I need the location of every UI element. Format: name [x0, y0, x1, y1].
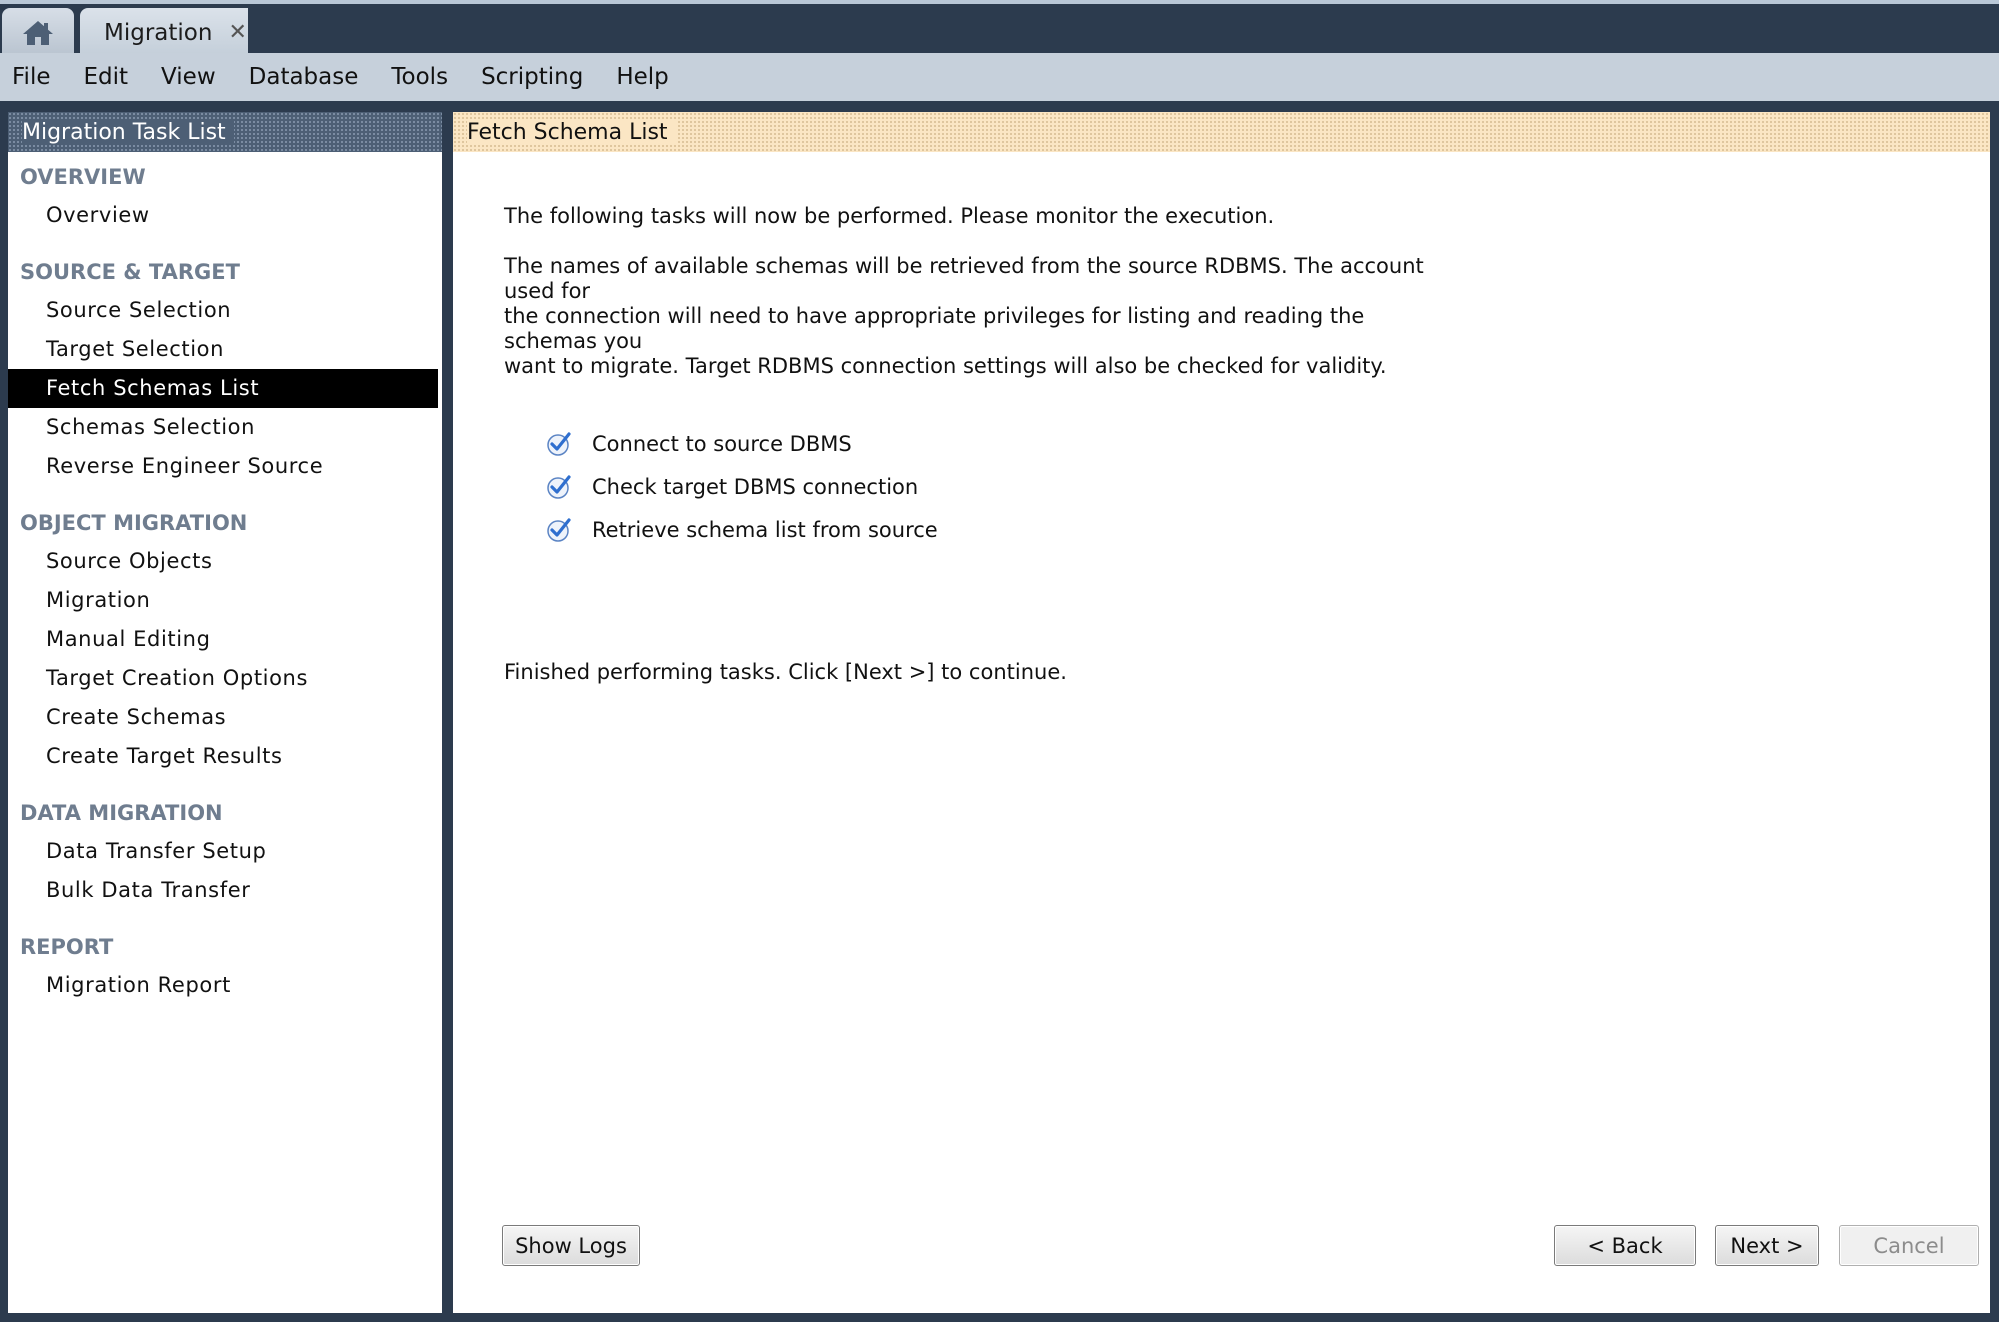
tab-migration[interactable]: Migration ✕ — [80, 8, 248, 57]
cancel-button[interactable]: Cancel — [1839, 1225, 1979, 1266]
description-line: want to migrate. Target RDBMS connection… — [504, 354, 1387, 378]
task-step: Connect to source DBMS — [546, 422, 938, 465]
task-step: Check target DBMS connection — [546, 465, 938, 508]
fetch-schema-list-panel: Fetch Schema List The following tasks wi… — [453, 112, 1990, 1313]
task-list: OVERVIEW Overview SOURCE & TARGET Source… — [8, 152, 442, 1005]
task-bulk-data-transfer[interactable]: Bulk Data Transfer — [8, 871, 442, 910]
menu-help[interactable]: Help — [616, 64, 668, 90]
back-button[interactable]: < Back — [1554, 1225, 1696, 1266]
section-report: REPORT — [20, 935, 114, 959]
page-title: Fetch Schema List — [467, 119, 676, 145]
task-overview[interactable]: Overview — [8, 196, 442, 235]
check-circle-icon — [547, 517, 571, 542]
task-step: Retrieve schema list from source — [546, 508, 938, 551]
menu-database[interactable]: Database — [249, 64, 359, 90]
task-target-creation-options[interactable]: Target Creation Options — [8, 659, 442, 698]
task-step-label: Retrieve schema list from source — [592, 517, 938, 542]
home-icon — [23, 20, 53, 45]
section-overview: OVERVIEW — [20, 165, 146, 189]
next-button[interactable]: Next > — [1715, 1225, 1819, 1266]
tab-label: Migration — [104, 19, 213, 46]
task-list-header: Migration Task List — [8, 112, 442, 152]
intro-text: The following tasks will now be performe… — [504, 204, 1275, 228]
task-create-schemas[interactable]: Create Schemas — [8, 698, 442, 737]
page-header: Fetch Schema List — [453, 112, 1990, 152]
task-source-selection[interactable]: Source Selection — [8, 291, 442, 330]
check-circle-icon — [547, 474, 571, 499]
close-icon[interactable]: ✕ — [228, 20, 246, 45]
show-logs-button[interactable]: Show Logs — [502, 1225, 640, 1266]
task-data-transfer-setup[interactable]: Data Transfer Setup — [8, 832, 442, 871]
tab-strip: Migration ✕ — [0, 0, 1999, 57]
task-list-title: Migration Task List — [22, 119, 234, 145]
task-step-label: Connect to source DBMS — [592, 431, 852, 456]
menu-scripting[interactable]: Scripting — [481, 64, 583, 90]
description-line: the connection will need to have appropr… — [504, 304, 1365, 353]
task-reverse-engineer-source[interactable]: Reverse Engineer Source — [8, 447, 442, 486]
task-target-selection[interactable]: Target Selection — [8, 330, 442, 369]
task-manual-editing[interactable]: Manual Editing — [8, 620, 442, 659]
menu-file[interactable]: File — [12, 64, 51, 90]
menu-tools[interactable]: Tools — [391, 64, 448, 90]
description-line: The names of available schemas will be r… — [504, 254, 1424, 303]
check-circle-icon — [547, 431, 571, 456]
section-source-target: SOURCE & TARGET — [20, 260, 240, 284]
task-step-label: Check target DBMS connection — [592, 474, 919, 499]
task-schemas-selection[interactable]: Schemas Selection — [8, 408, 442, 447]
home-tab[interactable] — [2, 8, 74, 57]
finish-text: Finished performing tasks. Click [Next >… — [504, 660, 1067, 684]
migration-task-list-panel: Migration Task List OVERVIEW Overview SO… — [8, 112, 442, 1313]
section-object-migration: OBJECT MIGRATION — [20, 511, 248, 535]
task-migration[interactable]: Migration — [8, 581, 442, 620]
menu-edit[interactable]: Edit — [84, 64, 129, 90]
section-data-migration: DATA MIGRATION — [20, 801, 223, 825]
task-steps: Connect to source DBMS Check target DBMS… — [546, 422, 938, 551]
menu-view[interactable]: View — [161, 64, 216, 90]
task-migration-report[interactable]: Migration Report — [8, 966, 442, 1005]
menu-bar: File Edit View Database Tools Scripting … — [0, 53, 1999, 101]
task-create-target-results[interactable]: Create Target Results — [8, 737, 442, 776]
task-source-objects[interactable]: Source Objects — [8, 542, 442, 581]
description-text: The names of available schemas will be r… — [504, 254, 1424, 379]
task-fetch-schemas-list[interactable]: Fetch Schemas List — [8, 369, 438, 408]
